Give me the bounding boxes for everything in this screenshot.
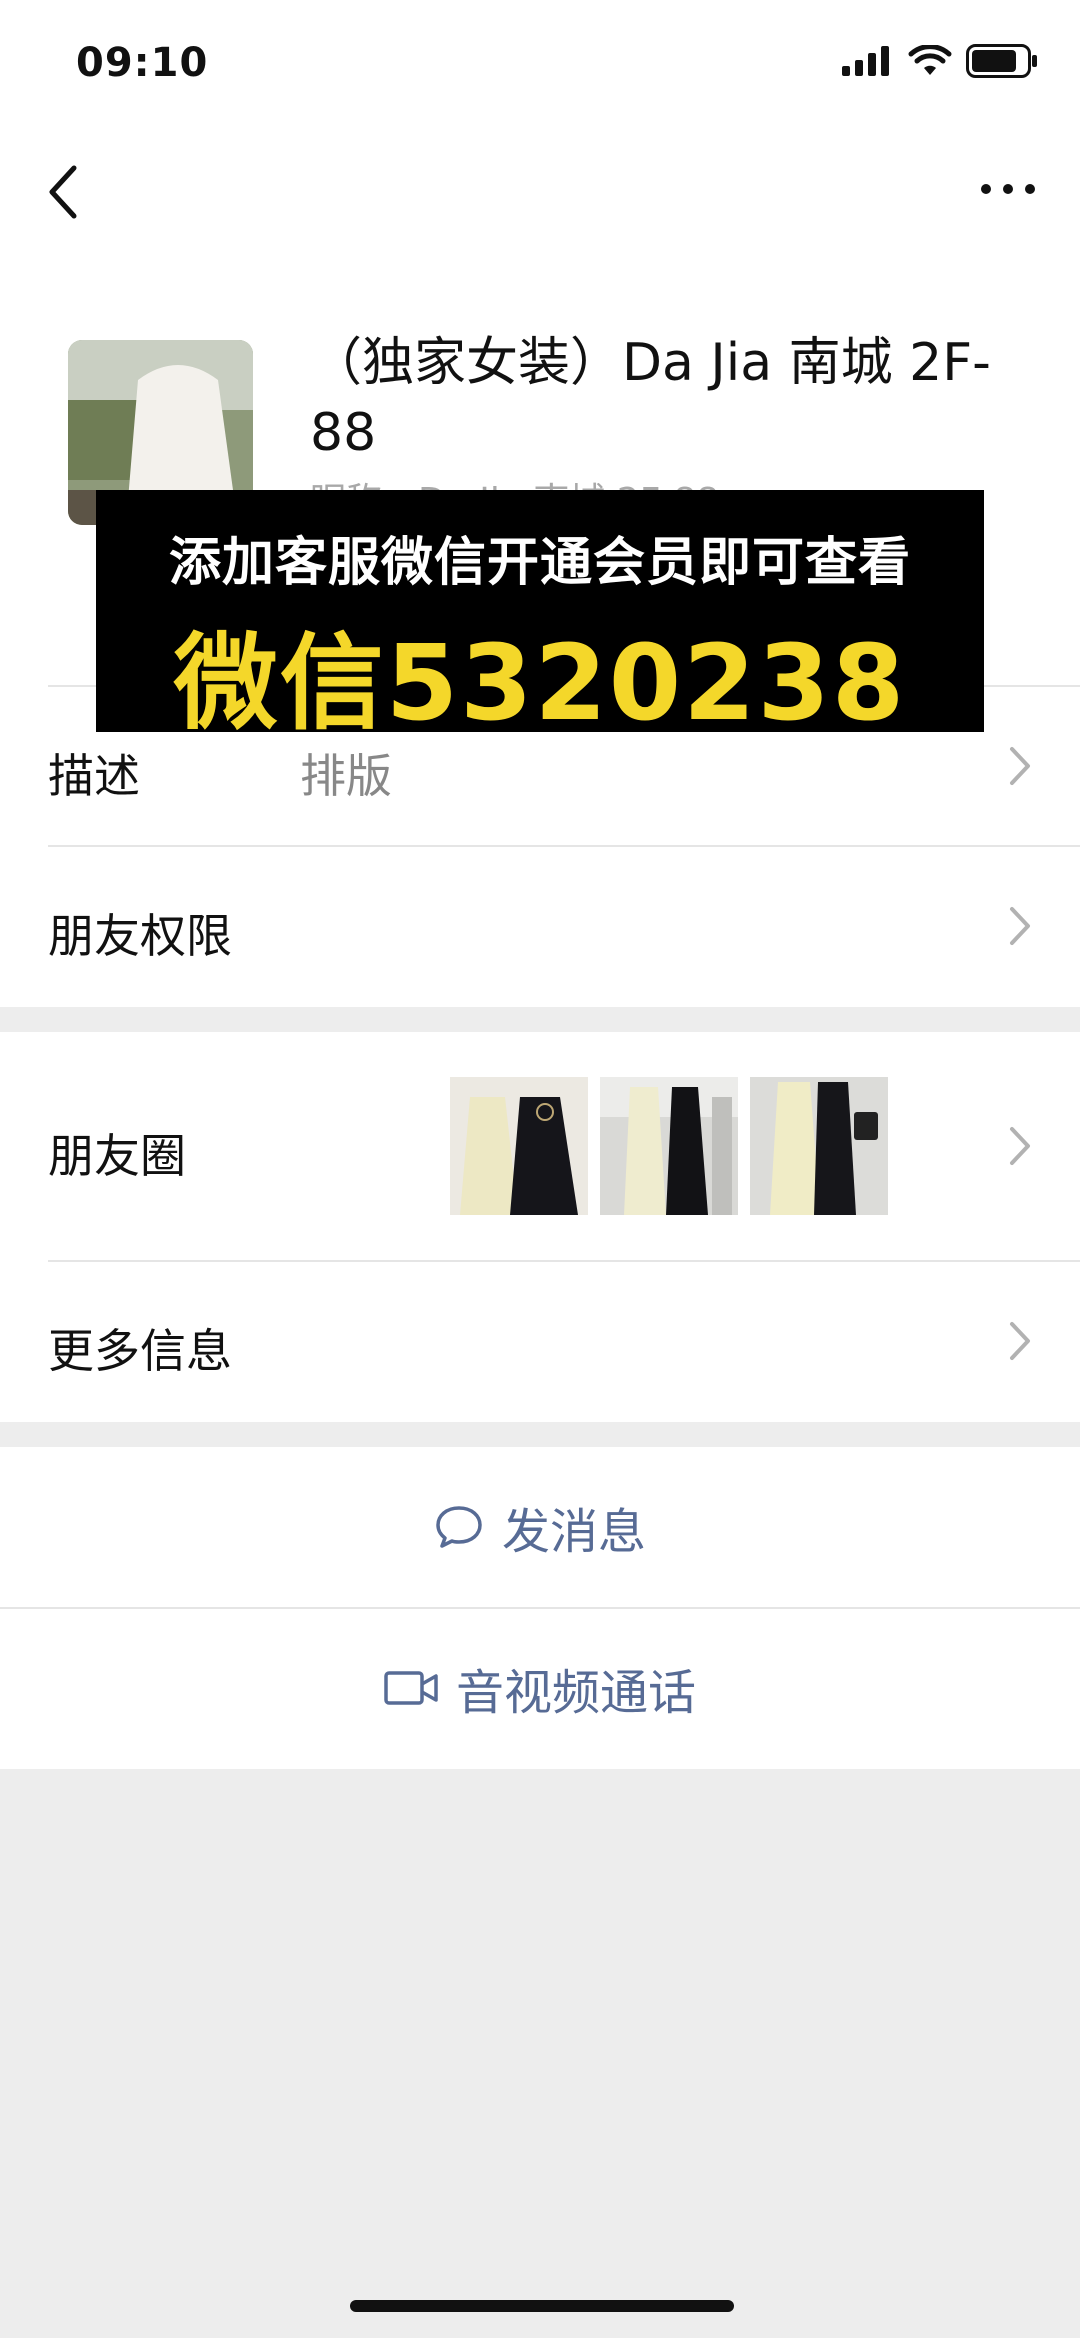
status-icons (842, 44, 1038, 78)
chevron-right-icon (1010, 1322, 1030, 1360)
promo-overlay-banner: 添加客服微信开通会员即可查看 微信5320238 (96, 490, 984, 744)
nav-bar (0, 130, 1080, 250)
chat-bubble-icon (436, 1506, 482, 1548)
divider (0, 1607, 1080, 1609)
row-more-info[interactable]: 更多信息 (0, 1260, 1080, 1422)
more-options-icon[interactable] (978, 174, 1038, 204)
moments-thumbnail (750, 1077, 888, 1215)
moments-thumbnail (450, 1077, 588, 1215)
row-more-info-label: 更多信息 (48, 1324, 232, 1378)
signal-icon (842, 46, 889, 76)
chevron-right-icon (1010, 1127, 1030, 1165)
send-message-label: 发消息 (501, 1504, 646, 1560)
chevron-right-icon (1010, 907, 1030, 945)
row-description-value: 排版 (300, 749, 392, 803)
back-arrow-icon[interactable] (40, 162, 90, 222)
row-description-label: 描述 (48, 749, 140, 803)
profile-name: （独家女装）Da Jia 南城 2F-88 (310, 333, 991, 463)
divider (48, 845, 1080, 847)
chevron-right-icon (1010, 747, 1030, 785)
status-time: 09:10 (76, 40, 209, 86)
status-bar: 09:10 (0, 0, 1080, 130)
battery-icon (966, 44, 1037, 78)
video-camera-icon (384, 1671, 438, 1705)
home-indicator[interactable] (350, 2300, 734, 2312)
promo-line-2: 微信5320238 (173, 622, 907, 744)
video-call-label: 音视频通话 (455, 1665, 696, 1721)
row-friend-permissions-label: 朋友权限 (48, 909, 232, 963)
send-message-button[interactable]: 发消息 (0, 1447, 1080, 1607)
wifi-icon (908, 45, 952, 75)
row-moments[interactable]: 朋友圈 (0, 1032, 1080, 1260)
row-moments-label: 朋友圈 (48, 1129, 186, 1183)
moments-thumbnail (600, 1077, 738, 1215)
row-friend-permissions[interactable]: 朋友权限 (0, 845, 1080, 1007)
moments-thumbnails (450, 1077, 888, 1215)
video-call-button[interactable]: 音视频通话 (0, 1607, 1080, 1769)
promo-line-1: 添加客服微信开通会员即可查看 (168, 533, 911, 593)
divider (48, 1260, 1080, 1262)
